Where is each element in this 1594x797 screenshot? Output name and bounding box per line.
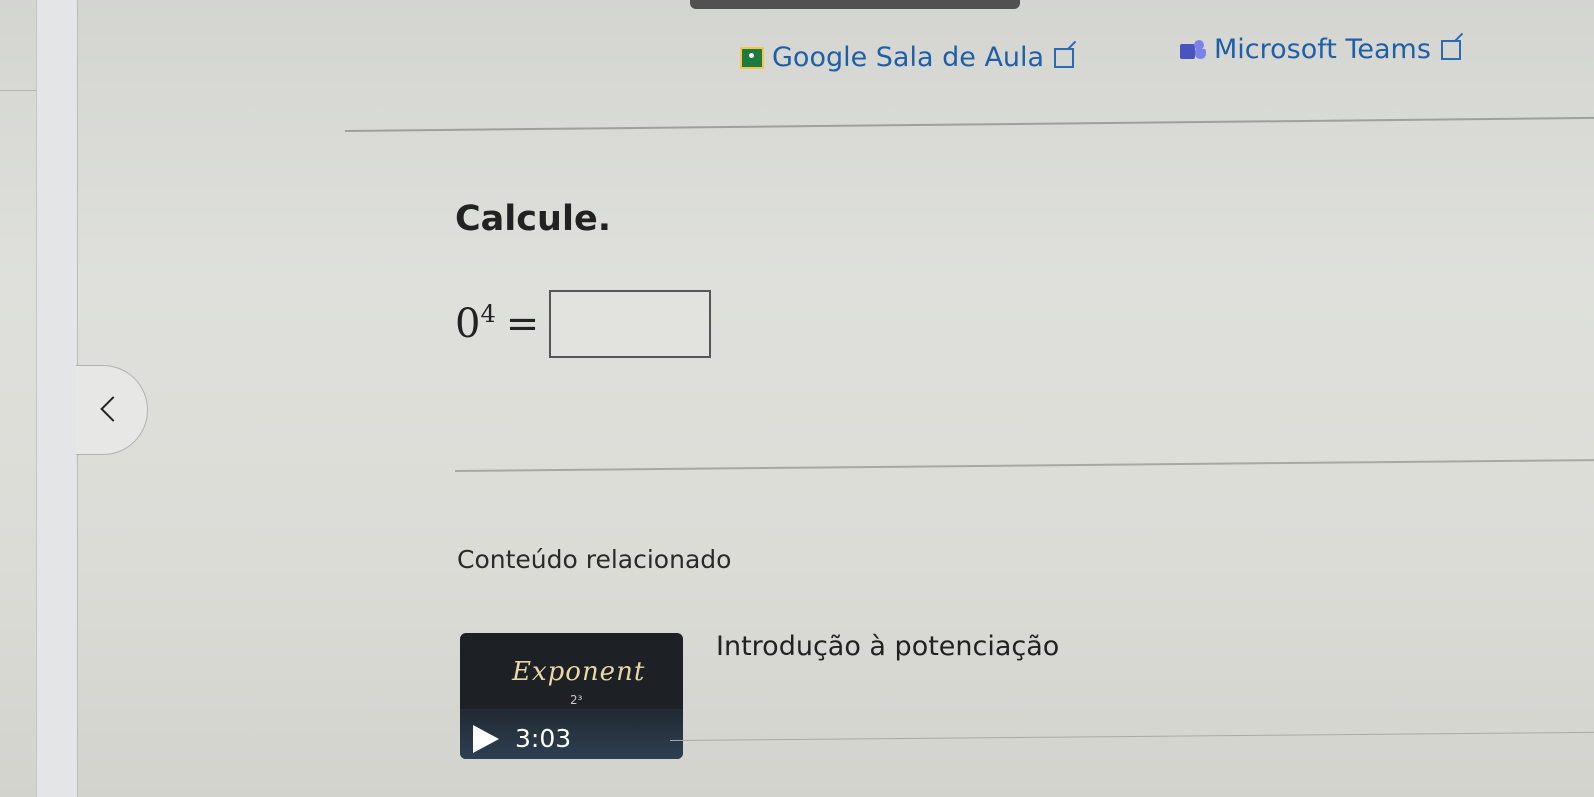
- related-content-heading: Conteúdo relacionado: [457, 545, 732, 574]
- left-rail: [36, 0, 78, 797]
- equals-sign: =: [505, 301, 540, 347]
- exercise-equation: 0 4 =: [455, 290, 712, 358]
- microsoft-teams-label: Microsoft Teams: [1214, 34, 1431, 65]
- section-divider: [454, 459, 1594, 472]
- microsoft-teams-link[interactable]: Microsoft Teams: [1180, 34, 1461, 65]
- equation-exponent: 4: [480, 300, 496, 328]
- external-link-icon: [1054, 47, 1075, 68]
- cut-off-heading: [690, 0, 1020, 9]
- answer-input[interactable]: [549, 290, 712, 358]
- play-icon[interactable]: [473, 725, 499, 753]
- divider-line: [0, 90, 36, 91]
- exercise-instruction: Calcule.: [455, 199, 611, 239]
- equation-base: 0: [455, 301, 481, 347]
- external-link-icon: [1440, 39, 1461, 60]
- section-divider: [669, 731, 1594, 741]
- video-duration: 3:03: [515, 724, 572, 753]
- google-classroom-label: Google Sala de Aula: [772, 42, 1045, 73]
- section-divider: [344, 116, 1594, 132]
- google-classroom-link[interactable]: Google Sala de Aula: [740, 42, 1075, 73]
- video-title-link[interactable]: Introdução à potenciação: [716, 631, 1059, 662]
- thumbnail-formula: 2³: [570, 693, 583, 707]
- previous-button[interactable]: [76, 365, 148, 455]
- chevron-left-icon: [100, 396, 126, 422]
- page: Google Sala de Aula Microsoft Teams Calc…: [0, 0, 1594, 797]
- teams-icon: [1180, 39, 1206, 60]
- google-classroom-icon: [740, 46, 764, 69]
- thumbnail-text: Exponent: [512, 657, 646, 687]
- video-thumbnail[interactable]: Exponent 2³ 3:03: [460, 633, 683, 759]
